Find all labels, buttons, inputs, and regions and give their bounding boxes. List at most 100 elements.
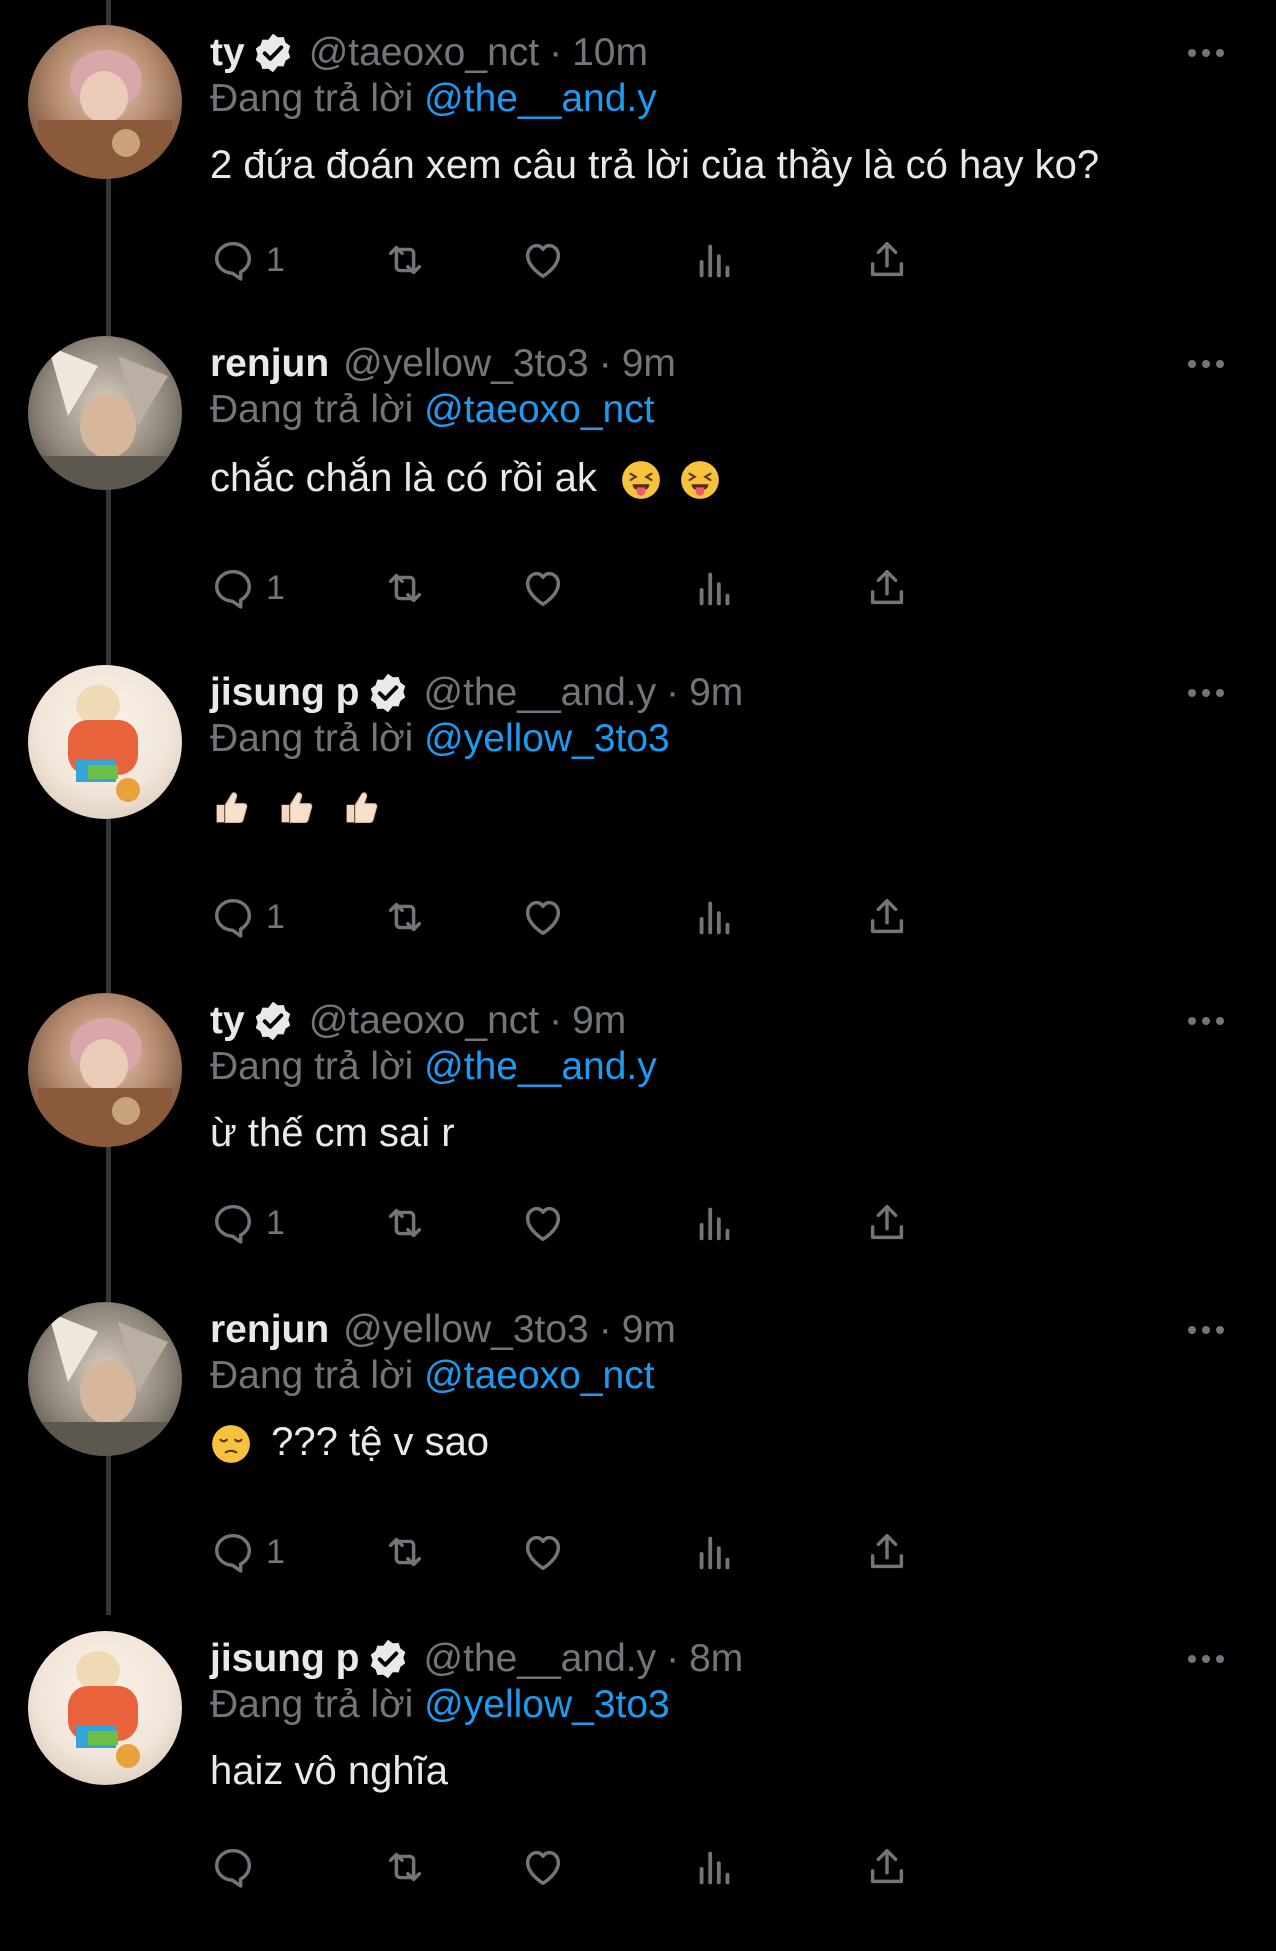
- replying-to: Đang trả lời @taeoxo_nct: [210, 388, 655, 432]
- share-button[interactable]: [864, 1837, 910, 1897]
- share-button[interactable]: [864, 558, 910, 618]
- display-name[interactable]: renjun: [210, 342, 329, 386]
- timestamp[interactable]: 9m: [622, 1308, 676, 1352]
- avatar[interactable]: [28, 1631, 182, 1785]
- share-button[interactable]: [864, 887, 910, 947]
- share-icon: [870, 1204, 904, 1240]
- handle[interactable]: @taeoxo_nct: [309, 999, 539, 1043]
- mention-link[interactable]: @the__and.y: [424, 77, 657, 120]
- replying-prefix: Đang trả lời: [210, 77, 425, 120]
- timestamp[interactable]: 10m: [572, 31, 648, 75]
- handle[interactable]: @yellow_3to3: [343, 1308, 589, 1352]
- retweet-button[interactable]: [382, 1522, 428, 1582]
- retweet-button[interactable]: [382, 887, 428, 947]
- mention-link[interactable]: @taeoxo_nct: [424, 388, 654, 431]
- verified-badge-icon: [370, 673, 405, 713]
- tweet-text-line: ??? tệ v sao: [210, 1420, 489, 1465]
- separator-dot: ·: [549, 31, 563, 74]
- analytics-icon: [699, 1536, 730, 1570]
- tongue-face-emoji: [622, 461, 660, 500]
- share-button[interactable]: [864, 1522, 910, 1582]
- share-icon: [870, 898, 904, 934]
- timestamp[interactable]: 8m: [689, 1637, 743, 1681]
- handle[interactable]: @the__and.y: [424, 671, 657, 715]
- tweet[interactable]: ty @taeoxo_nct · 9m Đang trả lời @the__a…: [0, 993, 1276, 1313]
- reply-button[interactable]: 1: [210, 1522, 285, 1582]
- analytics-button[interactable]: [692, 1193, 738, 1253]
- more-icon[interactable]: [1176, 1302, 1236, 1358]
- mention-link[interactable]: @yellow_3to3: [424, 1683, 670, 1726]
- tweet[interactable]: jisung p @the__and.y · 9m Đang trả lời @…: [0, 665, 1276, 985]
- thumbs-up-emoji: [216, 792, 248, 824]
- retweet-button[interactable]: [382, 1193, 428, 1253]
- analytics-button[interactable]: [692, 1837, 738, 1897]
- analytics-button[interactable]: [692, 887, 738, 947]
- analytics-icon: [699, 244, 730, 278]
- display-name[interactable]: ty: [210, 999, 245, 1043]
- mention-link[interactable]: @the__and.y: [424, 1045, 657, 1088]
- like-button[interactable]: [520, 1193, 566, 1253]
- timestamp[interactable]: 9m: [572, 999, 626, 1043]
- reply-button[interactable]: 1: [210, 887, 285, 947]
- analytics-button[interactable]: [692, 230, 738, 290]
- display-name[interactable]: jisung p: [210, 1637, 360, 1681]
- display-name[interactable]: jisung p: [210, 671, 360, 715]
- analytics-button[interactable]: [692, 1522, 738, 1582]
- retweet-icon: [388, 245, 422, 275]
- replying-prefix: Đang trả lời: [210, 388, 425, 431]
- tweet-header: ty @taeoxo_nct · 9m: [210, 993, 626, 1049]
- share-icon: [870, 569, 904, 605]
- mention-link[interactable]: @yellow_3to3: [424, 717, 670, 760]
- more-icon[interactable]: [1176, 25, 1236, 81]
- avatar[interactable]: [28, 1302, 182, 1456]
- analytics-button[interactable]: [692, 558, 738, 618]
- display-name[interactable]: renjun: [210, 1308, 329, 1352]
- timestamp[interactable]: 9m: [689, 671, 743, 715]
- handle[interactable]: @taeoxo_nct: [309, 31, 539, 75]
- handle[interactable]: @the__and.y: [424, 1637, 657, 1681]
- handle[interactable]: @yellow_3to3: [343, 342, 589, 386]
- reply-button[interactable]: 1: [210, 558, 285, 618]
- more-icon[interactable]: [1176, 665, 1236, 721]
- retweet-button[interactable]: [382, 230, 428, 290]
- analytics-icon: [699, 1851, 730, 1885]
- mention-link[interactable]: @taeoxo_nct: [424, 1354, 654, 1397]
- reply-button[interactable]: 1: [210, 230, 285, 290]
- tweet[interactable]: renjun @yellow_3to3 · 9m Đang trả lời @t…: [0, 336, 1276, 656]
- action-bar: 1: [210, 1522, 1110, 1582]
- tweet-header: renjun @yellow_3to3 · 9m: [210, 1302, 676, 1358]
- share-button[interactable]: [864, 1193, 910, 1253]
- retweet-button[interactable]: [382, 558, 428, 618]
- action-bar: 1: [210, 887, 1110, 947]
- tweet[interactable]: renjun @yellow_3to3 · 9m Đang trả lời @t…: [0, 1302, 1276, 1622]
- action-bar: 1: [210, 558, 1110, 618]
- more-icon[interactable]: [1176, 336, 1236, 392]
- like-button[interactable]: [520, 230, 566, 290]
- more-icon[interactable]: [1176, 1631, 1236, 1687]
- tweet-text: ??? tệ v sao: [271, 1420, 490, 1464]
- reply-button[interactable]: [210, 1837, 266, 1897]
- tweet[interactable]: ty @taeoxo_nct · 10m Đang trả lời @the__…: [0, 25, 1276, 345]
- like-icon: [525, 1535, 561, 1571]
- replying-prefix: Đang trả lời: [210, 1045, 425, 1088]
- more-icon[interactable]: [1176, 993, 1236, 1049]
- timestamp[interactable]: 9m: [622, 342, 676, 386]
- tweet[interactable]: jisung p @the__and.y · 8m Đang trả lời @…: [0, 1631, 1276, 1951]
- like-button[interactable]: [520, 558, 566, 618]
- avatar[interactable]: [28, 336, 182, 490]
- separator-dot: ·: [666, 671, 680, 714]
- avatar[interactable]: [28, 665, 182, 819]
- like-button[interactable]: [520, 1837, 566, 1897]
- avatar[interactable]: [28, 25, 182, 179]
- reply-count: 1: [266, 240, 285, 279]
- analytics-icon: [699, 901, 730, 935]
- like-button[interactable]: [520, 1522, 566, 1582]
- reply-button[interactable]: 1: [210, 1193, 285, 1253]
- like-button[interactable]: [520, 887, 566, 947]
- replying-to: Đang trả lời @the__and.y: [210, 77, 657, 121]
- display-name[interactable]: ty: [210, 31, 245, 75]
- share-button[interactable]: [864, 230, 910, 290]
- avatar[interactable]: [28, 993, 182, 1147]
- retweet-button[interactable]: [382, 1837, 428, 1897]
- retweet-icon: [388, 1208, 422, 1238]
